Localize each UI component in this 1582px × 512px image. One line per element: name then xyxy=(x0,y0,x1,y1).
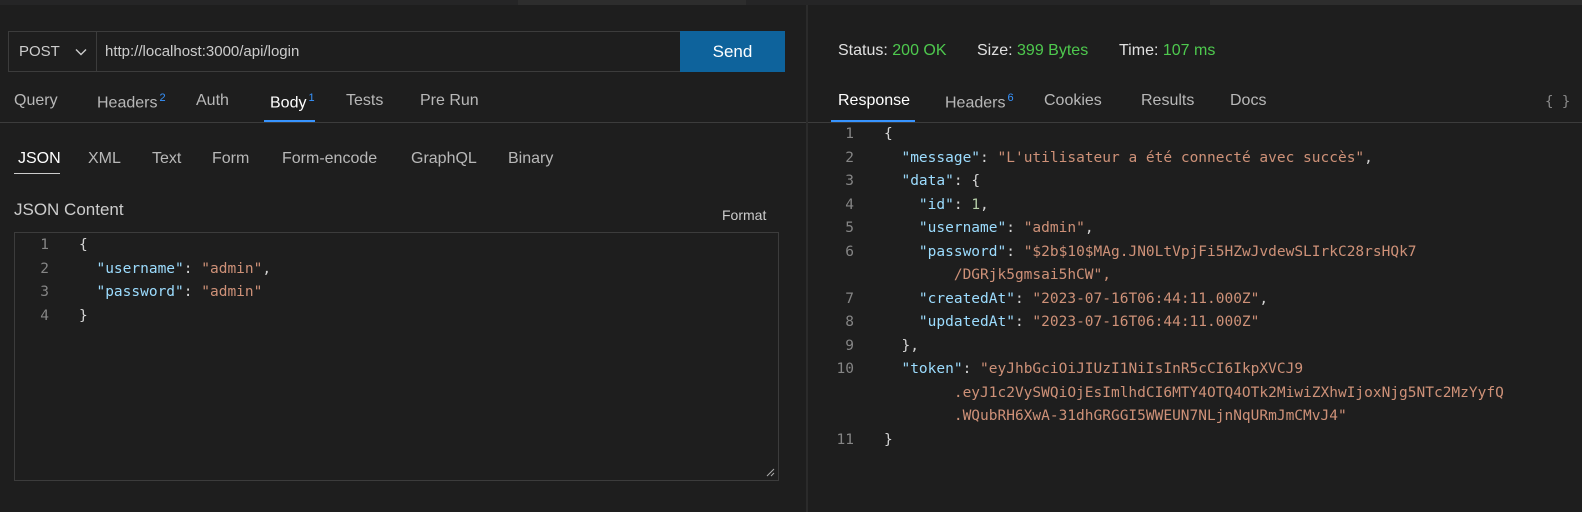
response-tabs-divider xyxy=(808,122,1582,123)
status-value: 200 OK xyxy=(892,42,947,59)
size-indicator: Size: 399 Bytes xyxy=(977,42,1088,60)
tab-label: Query xyxy=(14,92,58,109)
pane-divider[interactable] xyxy=(806,5,808,512)
line-number: 3 xyxy=(845,173,854,189)
line-number: 2 xyxy=(845,149,854,166)
format-button[interactable]: Format xyxy=(722,207,766,223)
line-number: 3 xyxy=(40,284,49,300)
response-tab-docs[interactable]: Docs xyxy=(1230,92,1266,110)
time-value: 107 ms xyxy=(1162,42,1216,59)
tab-badge: 1 xyxy=(308,92,315,104)
request-tabs-divider xyxy=(0,122,806,123)
line-number: 1 xyxy=(40,237,49,253)
line-number: 9 xyxy=(845,337,854,354)
response-tab-cookies[interactable]: Cookies xyxy=(1044,92,1102,110)
code-line: "createdAt": "2023-07-16T06:44:11.000Z", xyxy=(918,290,1269,307)
body-type-form-encode[interactable]: Form-encode xyxy=(282,150,377,168)
tab-label: Tests xyxy=(346,92,384,109)
code-line: "username": "admin", xyxy=(96,260,272,277)
code-line: { xyxy=(884,126,893,142)
time-indicator: Time: 107 ms xyxy=(1119,42,1215,60)
response-tab-badge: 6 xyxy=(1007,92,1014,104)
resize-handle-icon[interactable] xyxy=(766,468,775,477)
json-content-label: JSON Content xyxy=(14,200,124,219)
code-line: "data": { xyxy=(901,173,981,189)
body-type-text[interactable]: Text xyxy=(152,150,181,168)
line-number: 4 xyxy=(845,196,854,213)
body-type-json[interactable]: JSON xyxy=(18,150,61,168)
code-line: } xyxy=(884,431,893,448)
code-line: "password": "$2b$10$MAg.JN0LtVpjFi5HZwJv… xyxy=(918,243,1417,260)
status-indicator: Status: 200 OK xyxy=(838,42,947,60)
tab-label: Body xyxy=(270,94,307,112)
size-label: Size: xyxy=(977,42,1013,59)
code-line: "username": "admin", xyxy=(918,220,1094,236)
response-tab-response[interactable]: Response xyxy=(838,92,910,110)
line-number: 11 xyxy=(836,431,854,448)
code-line: "message": "L'utilisateur a été connecté… xyxy=(901,149,1373,166)
tab-label: Pre Run xyxy=(420,92,479,109)
line-number: 7 xyxy=(845,290,854,307)
response-tab-label: Response xyxy=(838,92,911,109)
code-line: }, xyxy=(884,337,919,354)
tab-badge: 2 xyxy=(159,92,166,104)
tab-auth[interactable]: Auth xyxy=(196,92,229,110)
code-line: } xyxy=(79,307,88,324)
code-line: .WQubRH6XwA-31dhGRGGI5WWEUN7NLjnNqURmJmC… xyxy=(884,408,1347,424)
request-body-editor[interactable]: 1 {2 "username": "admin", 3 "password": "a… xyxy=(14,232,779,481)
response-tab-label: Docs xyxy=(1230,92,1267,109)
code-line: /DGRjk5gmsai5hCW", xyxy=(884,267,1111,283)
url-input[interactable]: http://localhost:3000/api/login xyxy=(105,32,299,71)
chevron-down-icon xyxy=(75,49,87,56)
line-number: 6 xyxy=(845,243,854,260)
body-type-xml[interactable]: XML xyxy=(88,150,121,168)
response-tab-label: Results xyxy=(1141,92,1195,109)
body-type-form[interactable]: Form xyxy=(212,150,249,168)
tab-pre-run[interactable]: Pre Run xyxy=(420,92,479,110)
tab-body[interactable]: Body 1 xyxy=(270,92,315,112)
braces-icon[interactable]: { } xyxy=(1545,94,1570,110)
code-line: "updatedAt": "2023-07-16T06:44:11.000Z" xyxy=(918,314,1260,330)
line-number: 5 xyxy=(845,220,854,236)
tab-headers[interactable]: Headers 2 xyxy=(97,92,166,112)
line-number: 1 xyxy=(845,126,854,142)
code-line: "password": "admin" xyxy=(96,284,263,300)
response-tab-label: Headers xyxy=(945,94,1006,112)
body-type-graphql[interactable]: GraphQL xyxy=(411,150,477,168)
send-button[interactable]: Send xyxy=(680,31,785,72)
response-tab-label: Cookies xyxy=(1044,92,1102,109)
line-number: 2 xyxy=(40,260,49,277)
size-value: 399 Bytes xyxy=(1017,42,1089,59)
response-tab-headers[interactable]: Headers 6 xyxy=(945,92,1014,112)
tab-tests[interactable]: Tests xyxy=(346,92,383,110)
line-number: 10 xyxy=(836,361,854,377)
code-line: { xyxy=(79,237,88,253)
line-number: 8 xyxy=(845,314,854,330)
request-bar: POST http://localhost:3000/api/login Sen… xyxy=(8,31,785,72)
line-number: 4 xyxy=(40,307,49,324)
code-line: "token": "eyJhbGciOiJIUzI1NiIsInR5cCI6Ik… xyxy=(901,361,1304,377)
time-label: Time: xyxy=(1119,42,1159,59)
tab-label: Headers xyxy=(97,94,158,112)
status-label: Status: xyxy=(838,42,888,59)
request-pane: POST http://localhost:3000/api/login Sen… xyxy=(0,0,806,512)
response-tab-results[interactable]: Results xyxy=(1141,92,1194,110)
tab-query[interactable]: Query xyxy=(14,92,58,110)
method-label: POST xyxy=(19,43,60,60)
code-line: "id": 1, xyxy=(918,196,989,213)
method-select[interactable]: POST xyxy=(9,32,97,71)
tab-label: Auth xyxy=(196,92,229,109)
body-type-active-indicator xyxy=(14,173,60,174)
code-line: .eyJ1c2VySWQiOjEsImlhdCI6MTY4OTQ4OTk2Miw… xyxy=(884,384,1504,401)
body-type-binary[interactable]: Binary xyxy=(508,150,553,168)
